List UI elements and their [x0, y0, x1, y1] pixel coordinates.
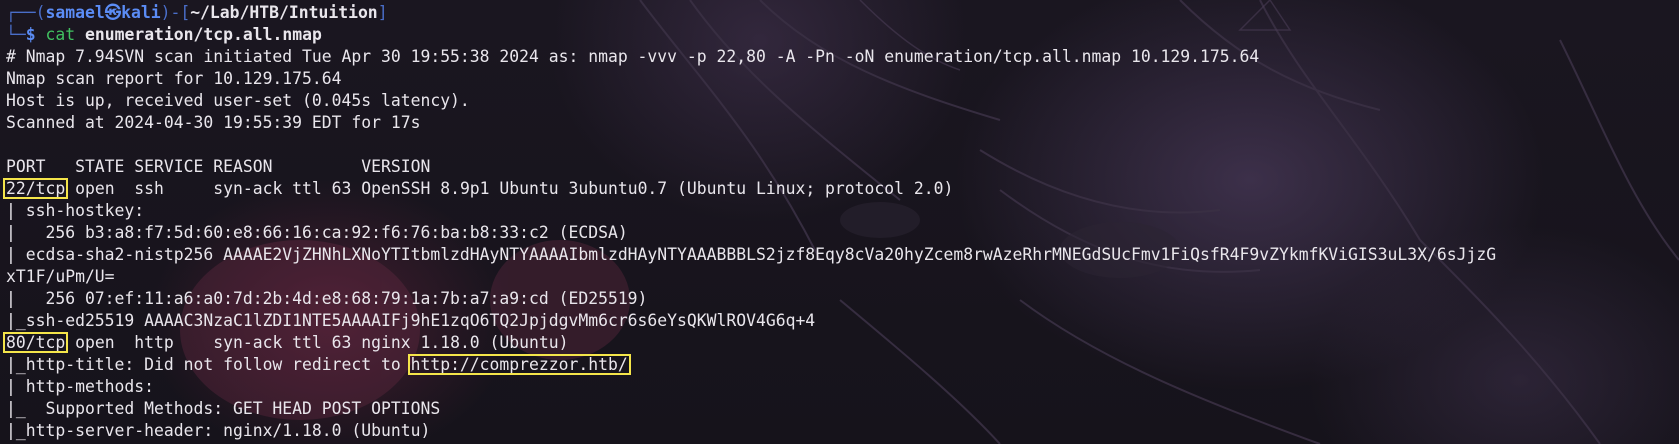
output-line-port-80: 80/tcp open http syn-ack ttl 63 nginx 1.…: [2, 332, 1496, 354]
output-line-host-up: Host is up, received user-set (0.045s la…: [6, 91, 470, 110]
output-line-ecdsa-key: | ecdsa-sha2-nistp256 AAAAE2VjZHNhLXNoYT…: [6, 245, 1497, 264]
port-22-highlight: 22/tcp: [2, 178, 69, 199]
kali-skull-icon: ㉿: [104, 3, 122, 22]
output-line-ecdsa-key-wrap: xT1F/uPm/U=: [6, 267, 115, 286]
port-22-details: open ssh syn-ack ttl 63 OpenSSH 8.9p1 Ub…: [65, 179, 954, 198]
output-line-scan-report: Nmap scan report for 10.129.175.64: [6, 69, 342, 88]
prompt-mid-bracket: )-[: [160, 3, 191, 22]
prompt-line-command: └─$ cat enumeration/tcp.all.nmap: [6, 24, 1496, 46]
prompt-user: samael: [45, 3, 105, 22]
terminal-output: ┌──(samael㉿kali)-[~/Lab/HTB/Intuition] └…: [2, 2, 1497, 442]
output-line-ed25519-key: |_ssh-ed25519 AAAAC3NzaC1lZDI1NTE5AAAAIF…: [6, 311, 816, 330]
output-line-ed25519-fingerprint: | 256 07:ef:11:a6:a0:7d:2b:4d:e8:68:79:1…: [6, 289, 648, 308]
output-line-server-header: |_http-server-header: nginx/1.18.0 (Ubun…: [6, 421, 431, 440]
prompt-line-top: ┌──(samael㉿kali)-[~/Lab/HTB/Intuition]: [6, 2, 1496, 24]
port-80-details: open http syn-ack ttl 63 nginx 1.18.0 (U…: [65, 333, 569, 352]
port-80-highlight: 80/tcp: [2, 332, 69, 353]
prompt-frame-top: ┌──(: [6, 3, 46, 22]
output-line-supported-methods: |_ Supported Methods: GET HEAD POST OPTI…: [6, 399, 441, 418]
redirect-url-highlight: http://comprezzor.htb/: [407, 354, 631, 375]
prompt-path: ~/Lab/HTB/Intuition: [190, 3, 378, 22]
command-name: cat: [45, 25, 76, 44]
http-title-prefix: |_http-title: Did not follow redirect to: [6, 355, 411, 374]
command-argument: enumeration/tcp.all.nmap: [84, 25, 322, 44]
output-line-http-methods: | http-methods:: [6, 377, 164, 396]
prompt-host: kali: [121, 3, 161, 22]
output-line-blank: [6, 134, 1496, 156]
output-line-scanned-at: Scanned at 2024-04-30 19:55:39 EDT for 1…: [6, 113, 421, 132]
output-line-columns-header: PORT STATE SERVICE REASON VERSION: [6, 157, 431, 176]
output-line-port-22: 22/tcp open ssh syn-ack ttl 63 OpenSSH 8…: [2, 178, 1496, 200]
output-line-ssh-hostkey: | ssh-hostkey:: [6, 201, 155, 220]
prompt-dollar: $: [25, 25, 36, 44]
prompt-end-bracket: ]: [377, 3, 388, 22]
prompt-frame-bottom: └─: [6, 25, 26, 44]
output-line-nmap-header: # Nmap 7.94SVN scan initiated Tue Apr 30…: [6, 47, 1260, 66]
output-line-ecdsa-fingerprint: | 256 b3:a8:f7:5d:60:e8:66:16:ca:92:f6:7…: [6, 223, 628, 242]
output-line-http-title: |_http-title: Did not follow redirect to…: [6, 354, 1496, 376]
terminal-window[interactable]: ┌──(samael㉿kali)-[~/Lab/HTB/Intuition] └…: [0, 0, 1679, 444]
